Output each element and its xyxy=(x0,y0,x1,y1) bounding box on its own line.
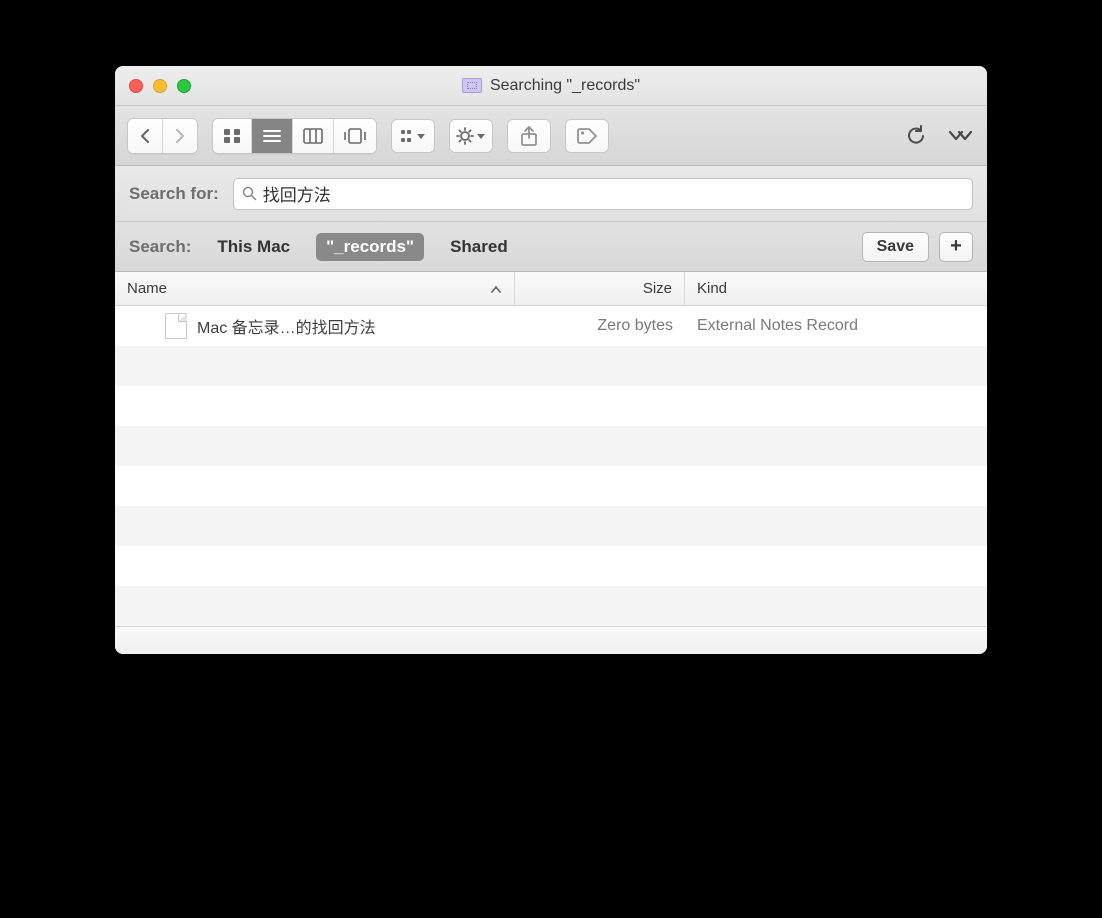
empty-row xyxy=(115,426,987,466)
column-header: Name Size Kind xyxy=(115,272,987,306)
forward-button[interactable] xyxy=(162,119,197,153)
titlebar: Searching "_records" xyxy=(115,66,987,106)
scope-records[interactable]: "_records" xyxy=(316,233,424,261)
scope-this-mac[interactable]: This Mac xyxy=(207,233,300,261)
empty-row xyxy=(115,506,987,546)
scope-shared[interactable]: Shared xyxy=(440,233,518,261)
window-title: Searching "_records" xyxy=(115,77,987,95)
column-size[interactable]: Size xyxy=(515,272,685,305)
search-for-label: Search for: xyxy=(129,184,219,204)
view-icon-button[interactable] xyxy=(213,119,251,153)
group-by-button[interactable] xyxy=(391,119,435,153)
sort-ascending-icon xyxy=(490,284,502,294)
back-button[interactable] xyxy=(128,119,162,153)
empty-row xyxy=(115,546,987,586)
view-column-button[interactable] xyxy=(292,119,333,153)
nav-group xyxy=(127,118,198,154)
toolbar xyxy=(115,106,987,166)
finder-window: Searching "_records" xyxy=(115,66,987,654)
minimize-button[interactable] xyxy=(153,79,167,93)
search-for-row: Search for: xyxy=(115,166,987,222)
table-row[interactable]: Mac 备忘录…的找回方法 Zero bytes External Notes … xyxy=(115,306,987,346)
path-bar xyxy=(115,626,987,654)
file-size: Zero bytes xyxy=(515,317,685,335)
empty-row xyxy=(115,386,987,426)
empty-row xyxy=(115,346,987,386)
file-kind: External Notes Record xyxy=(685,317,987,335)
refresh-button[interactable] xyxy=(901,119,931,153)
view-gallery-button[interactable] xyxy=(333,119,376,153)
file-name: Mac 备忘录…的找回方法 xyxy=(197,314,376,338)
empty-row xyxy=(115,586,987,626)
close-button[interactable] xyxy=(129,79,143,93)
overflow-button[interactable] xyxy=(945,119,975,153)
share-button[interactable] xyxy=(507,119,551,153)
window-title-text: Searching "_records" xyxy=(490,77,640,95)
maximize-button[interactable] xyxy=(177,79,191,93)
traffic-lights xyxy=(115,79,191,93)
action-menu-button[interactable] xyxy=(449,119,493,153)
tags-button[interactable] xyxy=(565,119,609,153)
column-kind[interactable]: Kind xyxy=(685,272,987,305)
file-icon xyxy=(165,313,187,339)
column-name[interactable]: Name xyxy=(115,272,515,305)
file-list: Mac 备忘录…的找回方法 Zero bytes External Notes … xyxy=(115,306,987,626)
search-input[interactable] xyxy=(263,184,964,204)
search-field[interactable] xyxy=(233,178,973,210)
search-icon xyxy=(242,186,257,201)
save-search-button[interactable]: Save xyxy=(862,232,929,262)
search-scope-row: Search: This Mac "_records" Shared Save … xyxy=(115,222,987,272)
empty-row xyxy=(115,466,987,506)
add-criteria-button[interactable]: + xyxy=(939,232,973,262)
view-mode-group xyxy=(212,118,377,154)
search-scope-label: Search: xyxy=(129,237,191,257)
view-list-button[interactable] xyxy=(251,119,292,153)
folder-icon xyxy=(462,78,482,93)
